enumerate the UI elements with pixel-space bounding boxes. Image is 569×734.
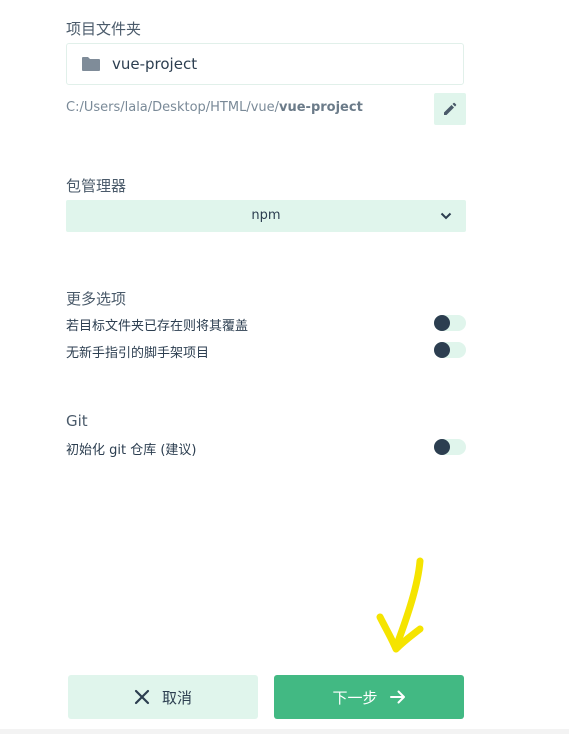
git-init-toggle[interactable]	[434, 439, 466, 455]
next-label: 下一步	[332, 688, 378, 707]
bottom-divider	[0, 729, 569, 734]
option-no-guide-toggle[interactable]	[434, 342, 466, 358]
edit-path-button[interactable]	[434, 93, 466, 125]
git-title: Git	[66, 412, 88, 430]
cancel-label: 取消	[161, 688, 192, 707]
project-folder-value: vue-project	[112, 55, 198, 73]
annotation-arrow	[376, 557, 424, 653]
chevron-down-icon	[440, 212, 452, 220]
project-folder-title: 项目文件夹	[66, 20, 142, 38]
toggle-knob	[434, 315, 450, 331]
project-path: C:/Users/lala/Desktop/HTML/vue/vue-proje…	[66, 100, 363, 115]
project-folder-input[interactable]: vue-project	[66, 43, 464, 85]
arrow-right-icon	[389, 690, 405, 704]
option-overwrite-toggle[interactable]	[434, 315, 466, 331]
git-init-label: 初始化 git 仓库 (建议)	[66, 443, 197, 458]
more-options-title: 更多选项	[66, 290, 127, 308]
option-no-guide-label: 无新手指引的脚手架项目	[66, 346, 210, 361]
close-icon	[134, 689, 150, 705]
package-manager-select[interactable]: npm	[66, 200, 466, 232]
project-path-prefix: C:/Users/lala/Desktop/HTML/vue/	[66, 100, 280, 115]
project-path-name: vue-project	[279, 100, 363, 115]
pencil-icon	[444, 102, 457, 115]
next-button[interactable]: 下一步	[274, 675, 464, 719]
toggle-knob	[434, 439, 450, 455]
package-manager-value: npm	[251, 208, 281, 223]
package-manager-title: 包管理器	[66, 177, 127, 195]
folder-icon	[82, 57, 100, 71]
toggle-knob	[434, 342, 450, 358]
cancel-button[interactable]: 取消	[68, 675, 258, 719]
option-overwrite-label: 若目标文件夹已存在则将其覆盖	[66, 319, 249, 334]
